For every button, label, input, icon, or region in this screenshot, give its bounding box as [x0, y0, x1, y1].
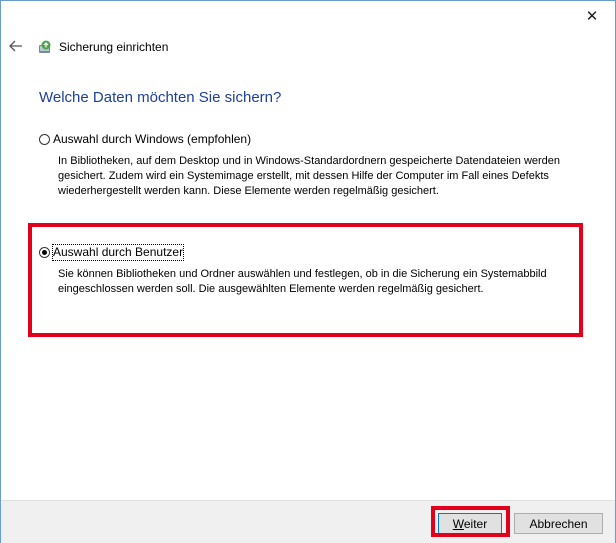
cancel-button-label: Abbrechen — [529, 516, 588, 531]
radio-label[interactable]: Auswahl durch Windows (empfohlen) — [53, 132, 251, 147]
close-icon: ✕ — [585, 8, 599, 25]
dialog-title: Sicherung einrichten — [59, 40, 169, 54]
page-heading: Welche Daten möchten Sie sichern? — [39, 89, 282, 106]
option-description: In Bibliotheken, auf dem Desktop und in … — [58, 155, 561, 197]
cancel-button[interactable]: Abbrechen — [514, 513, 603, 534]
dialog-window: ✕ Sicherung einrichten Welche Daten möch… — [0, 0, 616, 543]
backup-icon — [39, 40, 51, 53]
radio-windows-choice[interactable]: Auswahl durch Windows (empfohlen) — [39, 131, 568, 147]
back-arrow-icon — [9, 40, 22, 52]
highlight-box-user-choice — [28, 223, 583, 337]
dialog-footer: Weiter Abbrechen — [1, 500, 615, 543]
radio-button[interactable] — [39, 133, 50, 145]
option-windows-choice: Auswahl durch Windows (empfohlen) In Bib… — [39, 131, 568, 199]
highlight-box-next — [431, 506, 510, 537]
back-button[interactable] — [7, 37, 25, 55]
close-button[interactable]: ✕ — [577, 5, 607, 27]
